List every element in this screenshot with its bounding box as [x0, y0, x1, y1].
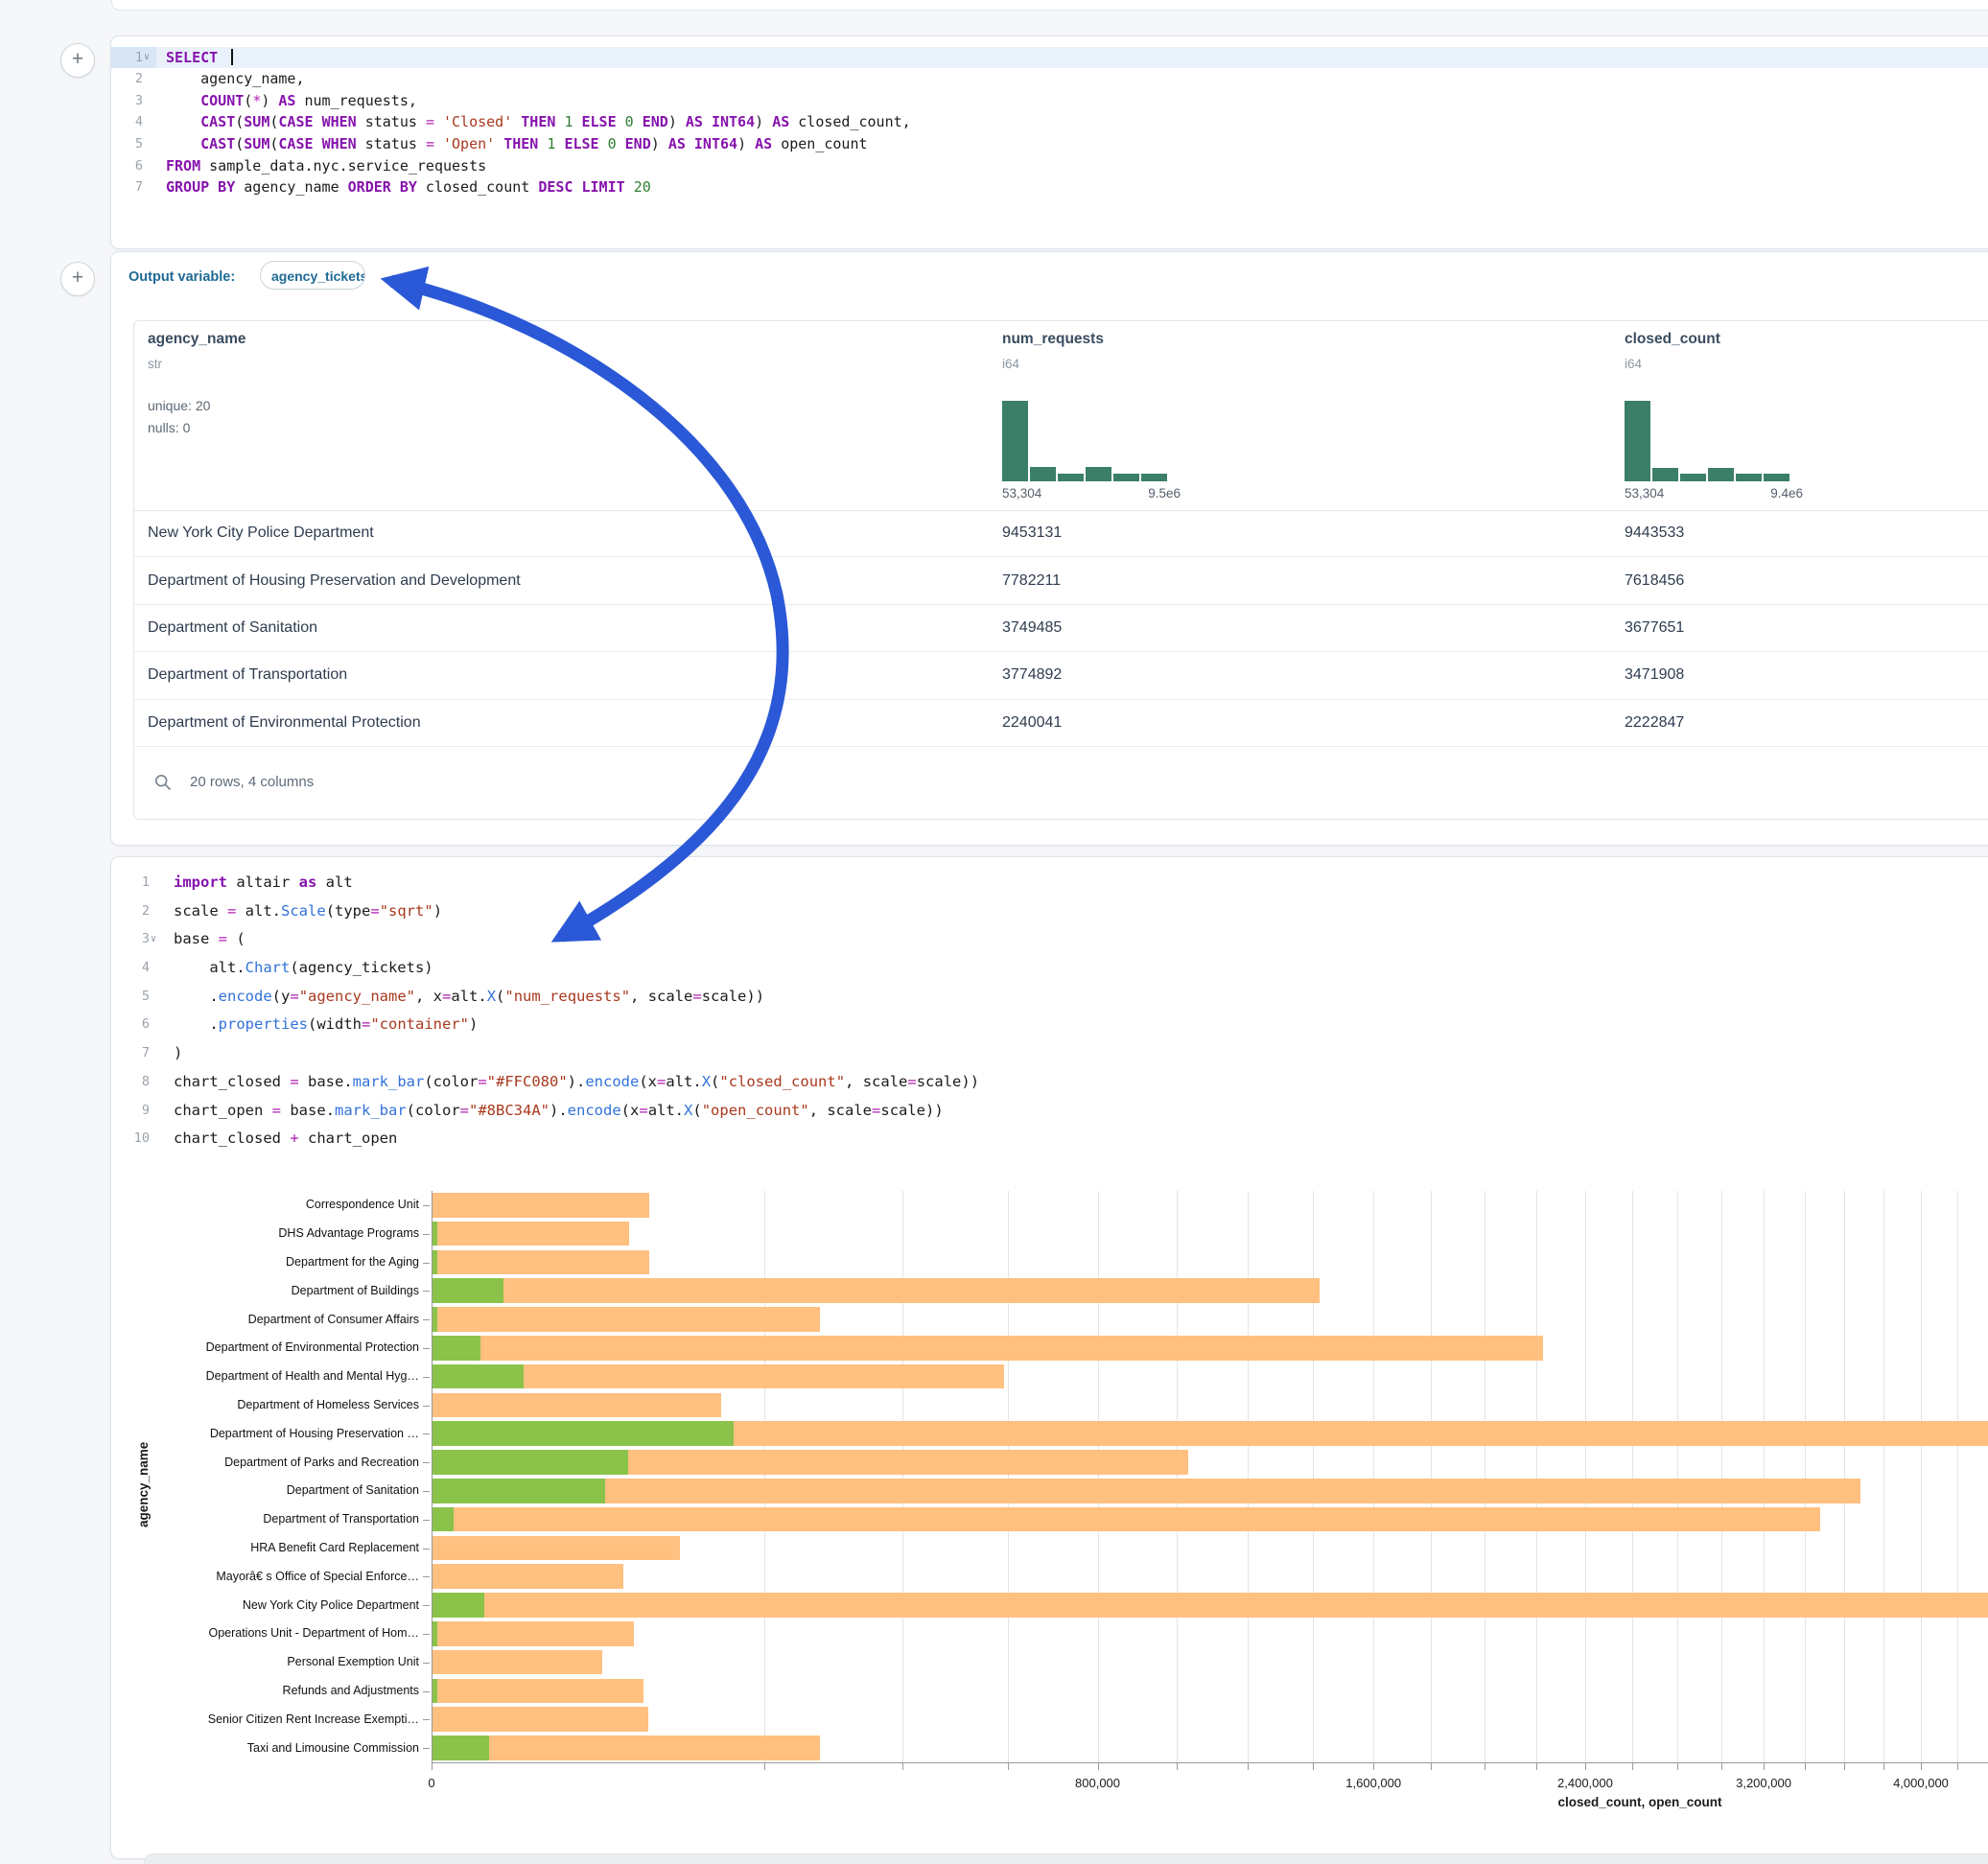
sql-line-numbers: 1∨234567	[111, 47, 156, 198]
column-type: i64	[1002, 357, 1019, 371]
table-cell: 9453131	[1002, 524, 1062, 542]
code-line[interactable]: alt.Chart(agency_tickets)	[174, 954, 1988, 983]
column-name: num_requests	[1002, 331, 1104, 348]
code-line[interactable]: CAST(SUM(CASE WHEN status = 'Open' THEN …	[166, 133, 1988, 155]
line-number: 5	[111, 133, 156, 155]
table-row-count: 20 rows, 4 columns	[190, 747, 314, 818]
sql-cell[interactable]: 1∨234567 SELECT agency_name, COUNT(*) AS…	[110, 35, 1988, 249]
column-name: closed_count	[1625, 331, 1720, 348]
table-cell: 3774892	[1002, 666, 1062, 684]
table-row[interactable]: New York City Police Department 9453131 94…	[134, 510, 1988, 557]
code-line[interactable]: base = (	[174, 925, 1988, 954]
table-cell: Department of Housing Preservation and D…	[148, 572, 521, 590]
search-icon[interactable]	[153, 773, 173, 792]
code-line[interactable]: FROM sample_data.nyc.service_requests	[166, 155, 1988, 177]
code-line[interactable]: )	[174, 1039, 1988, 1068]
table-row[interactable]: Department of Housing Preservation and D…	[134, 557, 1988, 604]
column-name: agency_name	[148, 331, 246, 348]
sql-output-card: Output variable: agency_tickets agency_n…	[110, 251, 1988, 846]
column-stats: unique: 20nulls: 0	[148, 395, 210, 439]
line-number: 6	[111, 1011, 157, 1039]
line-number: 7	[111, 1039, 157, 1068]
code-line[interactable]: agency_name,	[166, 68, 1988, 90]
table-cell: 2222847	[1625, 714, 1684, 732]
output-variable-chip[interactable]: agency_tickets	[260, 261, 365, 290]
collapse-chevron-icon[interactable]: ∨	[151, 925, 156, 954]
code-line[interactable]: .encode(y="agency_name", x=alt.X("num_re…	[174, 983, 1988, 1012]
code-line[interactable]: scale = alt.Scale(type="sqrt")	[174, 897, 1988, 926]
histogram-range: 53,3049.5e6	[1002, 486, 1181, 501]
code-line[interactable]: chart_closed + chart_open	[174, 1125, 1988, 1153]
next-cell-edge	[144, 1853, 1988, 1864]
previous-cell-edge	[111, 0, 1988, 11]
line-number: 2	[111, 68, 156, 90]
table-cell: 7782211	[1002, 572, 1061, 590]
column-type: i64	[1625, 357, 1642, 371]
collapse-chevron-icon[interactable]: ∨	[144, 47, 150, 69]
line-number: 3	[111, 90, 156, 112]
line-number: 3∨	[111, 925, 157, 954]
output-variable-label: Output variable:	[129, 269, 235, 285]
table-cell: 3677651	[1625, 619, 1684, 637]
python-cell[interactable]: 123∨45678910 import altair as altscale =…	[110, 856, 1988, 1859]
line-number: 2	[111, 897, 157, 926]
column-type: str	[148, 357, 162, 371]
table-body: New York City Police Department 9453131 94…	[134, 510, 1988, 747]
notebook-page: + + 1∨234567 SELECT agency_name, COUNT(*…	[0, 0, 1988, 1864]
table-header: agency_namestr unique: 20nulls: 0 num_requ…	[134, 321, 1988, 511]
add-cell-button-top[interactable]: +	[60, 43, 95, 78]
table-cell: New York City Police Department	[148, 524, 374, 542]
line-number: 4	[111, 111, 156, 133]
line-number: 1	[111, 869, 157, 897]
line-number: 10	[111, 1125, 157, 1153]
table-footer: 20 rows, 4 columns	[134, 747, 1988, 818]
add-cell-button-output[interactable]: +	[60, 262, 95, 296]
code-line[interactable]: CAST(SUM(CASE WHEN status = 'Closed' THE…	[166, 111, 1988, 133]
table-cell: 3471908	[1625, 666, 1684, 684]
python-line-numbers: 123∨45678910	[111, 869, 157, 1153]
code-line[interactable]: SELECT	[166, 47, 1988, 69]
code-line[interactable]: chart_open = base.mark_bar(color="#8BC34…	[174, 1097, 1988, 1126]
table-cell: 3749485	[1002, 619, 1062, 637]
output-variable-name: agency_tickets	[271, 268, 365, 284]
line-number: 6	[111, 155, 156, 177]
column-header-agency_name[interactable]: agency_namestr unique: 20nulls: 0	[148, 321, 723, 510]
table-cell: Department of Sanitation	[148, 619, 317, 637]
sql-code-editor[interactable]: SELECT agency_name, COUNT(*) AS num_requ…	[166, 47, 1988, 198]
table-row[interactable]: Department of Sanitation 3749485 3677651	[134, 605, 1988, 652]
line-number: 7	[111, 176, 156, 198]
column-header-closed_count[interactable]: closed_count i64 53,3049.4e6	[1625, 321, 1988, 510]
code-line[interactable]: COUNT(*) AS num_requests,	[166, 90, 1988, 112]
line-number: 5	[111, 983, 157, 1012]
column-histogram	[1002, 401, 1167, 481]
line-number: 8	[111, 1068, 157, 1097]
table-row[interactable]: Department of Transportation 3774892 34719…	[134, 652, 1988, 699]
table-cell: 2240041	[1002, 714, 1062, 732]
python-code-editor[interactable]: import altair as altscale = alt.Scale(ty…	[174, 869, 1988, 1153]
line-number: 9	[111, 1097, 157, 1126]
code-line[interactable]: GROUP BY agency_name ORDER BY closed_cou…	[166, 176, 1988, 198]
table-cell: 9443533	[1625, 524, 1684, 542]
table-cell: Department of Transportation	[148, 666, 347, 684]
table-cell: Department of Environmental Protection	[148, 714, 421, 732]
column-histogram	[1625, 401, 1789, 481]
table-row[interactable]: Department of Environmental Protection 22…	[134, 700, 1988, 747]
code-line[interactable]: chart_closed = base.mark_bar(color="#FFC…	[174, 1068, 1988, 1097]
line-number: 4	[111, 954, 157, 983]
code-line[interactable]: import altair as alt	[174, 869, 1988, 897]
line-number: 1∨	[111, 47, 156, 69]
result-table: agency_namestr unique: 20nulls: 0 num_requ…	[133, 320, 1988, 820]
column-header-num_requests[interactable]: num_requests i64 53,3049.5e6	[1002, 321, 1578, 510]
code-line[interactable]: .properties(width="container")	[174, 1011, 1988, 1039]
histogram-range: 53,3049.4e6	[1625, 486, 1803, 501]
table-cell: 7618456	[1625, 572, 1684, 590]
text-cursor	[231, 49, 233, 65]
